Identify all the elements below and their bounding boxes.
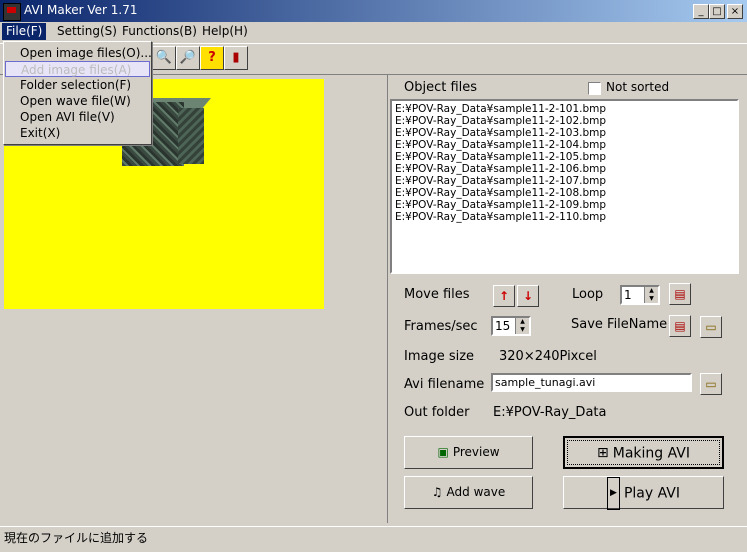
menu-open-avi-file[interactable]: Open AVI file(V) xyxy=(5,109,150,125)
play-icon: ▶ xyxy=(607,477,620,510)
avi-filename-input[interactable]: sample_tunagi.avi xyxy=(491,373,692,392)
menu-functions[interactable]: Functions(B) xyxy=(118,23,201,40)
out-folder-label: Out folder xyxy=(404,405,470,420)
loop-value: 1 xyxy=(624,288,632,302)
list-item[interactable]: E:¥POV-Ray_Data¥sample11-2-108.bmp xyxy=(395,187,734,199)
not-sorted-label: Not sorted xyxy=(606,80,670,94)
menu-setting[interactable]: Setting(S) xyxy=(53,23,121,40)
loop-spinner[interactable]: 1 ▲ ▼ xyxy=(620,285,660,305)
monitor-icon: ▣ xyxy=(437,445,449,459)
list-item[interactable]: E:¥POV-Ray_Data¥sample11-2-102.bmp xyxy=(395,115,734,127)
making-avi-button[interactable]: ⊞ Making AVI xyxy=(563,436,724,469)
list-item[interactable]: E:¥POV-Ray_Data¥sample11-2-107.bmp xyxy=(395,175,734,187)
list-item[interactable]: E:¥POV-Ray_Data¥sample11-2-110.bmp xyxy=(395,211,734,223)
camera-icon: ⊞ xyxy=(597,445,609,461)
list-item[interactable]: E:¥POV-Ray_Data¥sample11-2-101.bmp xyxy=(395,103,734,115)
add-wave-button[interactable]: ♫ Add wave xyxy=(404,476,533,509)
menu-help[interactable]: Help(H) xyxy=(198,23,252,40)
move-down-button[interactable]: ↓ xyxy=(517,285,539,307)
minimize-button[interactable]: _ xyxy=(693,4,709,19)
preview-button-label: Preview xyxy=(452,445,500,459)
menu-folder-selection[interactable]: Folder selection(F) xyxy=(5,77,150,93)
menu-open-wave-file[interactable]: Open wave file(W) xyxy=(5,93,150,109)
app-icon[interactable] xyxy=(3,3,21,21)
image-size-value: 320×240Pixcel xyxy=(499,349,597,364)
save-filename-label: Save FileName xyxy=(571,317,668,332)
frames-per-sec-label: Frames/sec xyxy=(404,319,478,334)
loop-settings-icon[interactable]: ▤ xyxy=(669,283,691,305)
frames-per-sec-value: 15 xyxy=(495,319,511,333)
out-folder-value: E:¥POV-Ray_Data xyxy=(493,405,607,420)
move-files-label: Move files xyxy=(404,287,470,302)
move-up-button[interactable]: ↑ xyxy=(493,285,515,307)
file-dropdown-menu: Open image files(O)... Add image files(A… xyxy=(3,41,152,145)
object-files-heading: Object files xyxy=(404,80,478,95)
folder-open-icon[interactable]: ▭ xyxy=(700,316,722,338)
list-item[interactable]: E:¥POV-Ray_Data¥sample11-2-109.bmp xyxy=(395,199,734,211)
status-text: 現在のファイルに追加する xyxy=(4,531,149,545)
window-title: AVI Maker Ver 1.71 xyxy=(24,3,138,17)
list-item[interactable]: E:¥POV-Ray_Data¥sample11-2-106.bmp xyxy=(395,163,734,175)
wave-icon: ♫ xyxy=(431,485,443,499)
add-wave-button-label: Add wave xyxy=(446,485,506,499)
spinner-arrows-icon[interactable]: ▲ ▼ xyxy=(515,318,529,334)
not-sorted-checkbox[interactable] xyxy=(588,82,601,95)
menu-exit[interactable]: Exit(X) xyxy=(5,125,150,141)
close-button[interactable]: × xyxy=(727,4,743,19)
menu-open-image-files[interactable]: Open image files(O)... xyxy=(5,45,152,61)
save-filename-icon[interactable]: ▤ xyxy=(669,315,691,337)
list-item[interactable]: E:¥POV-Ray_Data¥sample11-2-105.bmp xyxy=(395,151,734,163)
list-item[interactable]: E:¥POV-Ray_Data¥sample11-2-103.bmp xyxy=(395,127,734,139)
menu-add-image-files[interactable]: Add image files(A) xyxy=(5,61,150,77)
play-avi-button[interactable]: ▶ Play AVI xyxy=(563,476,724,510)
image-size-label: Image size xyxy=(404,349,475,364)
loop-label: Loop xyxy=(572,287,604,302)
exit-door-icon[interactable]: ▮ xyxy=(224,46,248,70)
cube-side-face xyxy=(178,108,204,164)
help-icon[interactable]: ? xyxy=(200,46,224,70)
spinner-arrows-icon[interactable]: ▲ ▼ xyxy=(644,287,658,303)
find-icon[interactable]: 🔎 xyxy=(176,46,200,70)
avi-filename-label: Avi filename xyxy=(404,377,485,392)
play-avi-button-label: Play AVI xyxy=(623,485,680,502)
frames-per-sec-spinner[interactable]: 15 ▲ ▼ xyxy=(491,316,531,336)
image-search-icon[interactable]: 🔍 xyxy=(152,46,176,70)
folder-open-icon[interactable]: ▭ xyxy=(700,373,722,395)
object-files-list[interactable]: E:¥POV-Ray_Data¥sample11-2-101.bmp E:¥PO… xyxy=(390,99,739,274)
list-item[interactable]: E:¥POV-Ray_Data¥sample11-2-104.bmp xyxy=(395,139,734,151)
making-avi-button-label: Making AVI xyxy=(612,445,690,462)
menu-file[interactable]: File(F) xyxy=(2,23,47,40)
preview-button[interactable]: ▣ Preview xyxy=(404,436,533,469)
maximize-button[interactable]: □ xyxy=(709,4,725,19)
